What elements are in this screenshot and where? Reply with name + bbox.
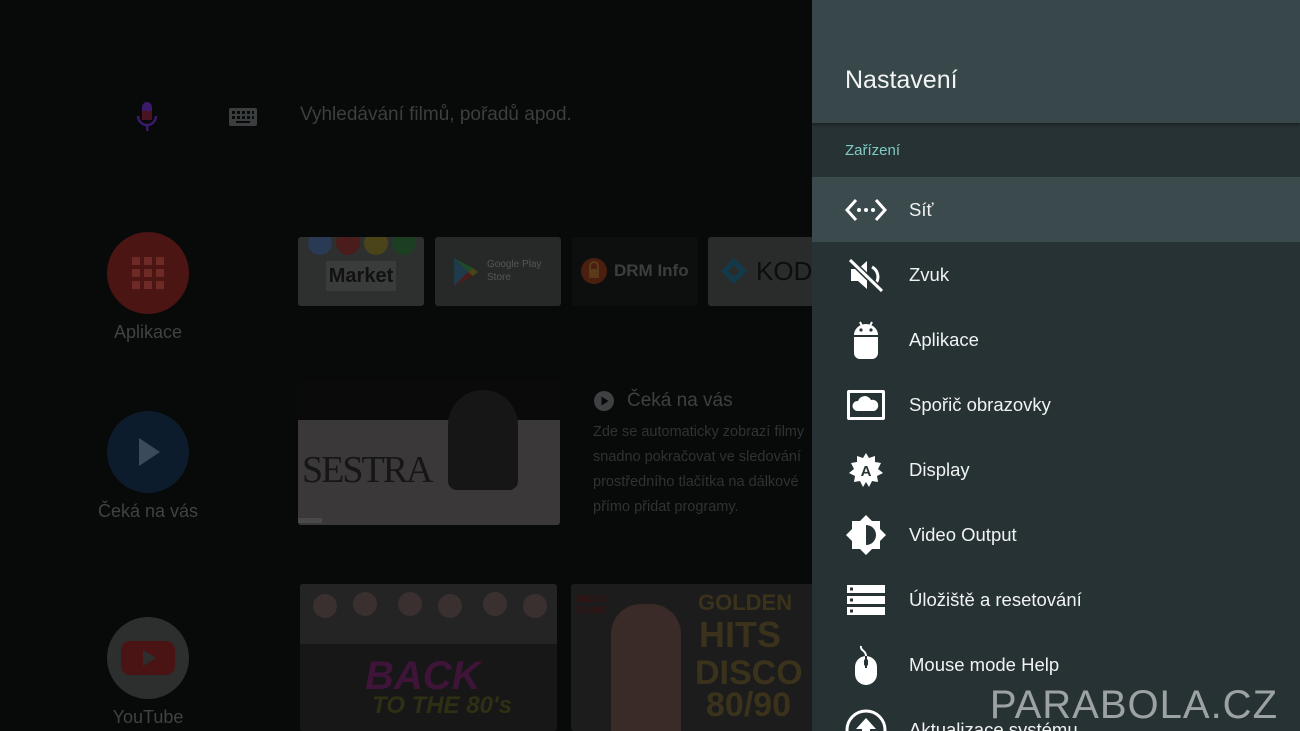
youtube-card-line2: HITS [699, 614, 782, 655]
youtube-card-line1: GOLDEN [698, 590, 793, 615]
apps-grid-icon [107, 232, 189, 314]
app-tile-kodi[interactable]: KODI [708, 237, 812, 306]
settings-item-label: Síť [909, 198, 934, 220]
settings-item-label: Spořič obrazovky [909, 393, 1051, 415]
youtube-card-badge: DISCO MUSIC [577, 594, 606, 615]
watch-next-desc-line: Zde se automaticky zobrazí filmy [593, 424, 805, 440]
rail-item-apps[interactable]: Aplikace [88, 232, 208, 343]
keyboard-icon[interactable] [228, 106, 258, 133]
watch-next-desc-line: přímo přidat programy. [593, 499, 739, 515]
search-bar[interactable]: Vyhledávání filmů, pořadů apod. [0, 96, 812, 136]
section-header-device: Zařízení [845, 142, 901, 159]
rail-label-watch-next: Čeká na vás [97, 501, 199, 521]
settings-item-label: Zvuk [909, 263, 950, 285]
watch-next-desc-line: prostředního tlačítka na dálkové [593, 474, 799, 490]
watermark: PARABOLA.CZ [989, 683, 1278, 727]
settings-item-network[interactable]: Síť [812, 177, 1300, 242]
app-tile-google-play[interactable]: Google Play Store [435, 237, 561, 306]
rail-item-watch-next[interactable]: Čeká na vás [88, 411, 208, 522]
watch-next-card[interactable]: SESTRA [298, 380, 560, 525]
watch-next-title: Čeká na vás [627, 390, 733, 411]
settings-header: Nastavení [812, 0, 1300, 123]
settings-menu: Síť Zvuk Aplikace Spořič obrazovky A Dis… [812, 177, 1300, 731]
app-tile-market[interactable]: Market [298, 237, 424, 306]
settings-item-display[interactable]: A Display [812, 437, 1300, 502]
mouse-icon [843, 642, 889, 688]
settings-item-storage[interactable]: Úložiště a resetování [812, 567, 1300, 632]
sound-off-icon [843, 252, 889, 298]
rail-item-youtube[interactable]: YouTube [88, 617, 208, 728]
watch-next-play-icon [594, 391, 614, 411]
settings-panel: Nastavení Zařízení Síť Zvuk Aplikace Spo… [812, 0, 1300, 731]
kodi-icon [721, 258, 747, 284]
youtube-video-card[interactable]: BACK TO THE 80's [300, 584, 557, 731]
settings-item-label: Display [909, 458, 970, 480]
settings-title: Nastavení [845, 66, 958, 94]
watch-next-description: Zde se automaticky zobrazí filmy snadno … [593, 420, 812, 520]
android-icon [843, 317, 889, 363]
settings-item-apps[interactable]: Aplikace [812, 307, 1300, 372]
app-name-market: Market [328, 265, 394, 287]
svg-text:A: A [861, 463, 872, 480]
display-icon: A [843, 447, 889, 493]
screensaver-icon [843, 382, 889, 428]
app-tile-drm-info[interactable]: DRM Info [572, 237, 698, 306]
network-icon [843, 187, 889, 233]
brightness-icon [843, 512, 889, 558]
youtube-icon [107, 617, 189, 699]
app-name-drm-info: DRM Info [614, 261, 689, 280]
storage-icon [843, 577, 889, 623]
play-icon [107, 411, 189, 493]
youtube-card-line4: 80/90 [706, 686, 792, 724]
watch-next-desc-line: snadno pokračovat ve sledování [593, 449, 801, 465]
settings-item-label: Aplikace [909, 328, 979, 350]
microphone-icon[interactable] [134, 100, 160, 139]
search-input[interactable]: Vyhledávání filmů, pořadů apod. [300, 104, 572, 126]
system-update-icon [843, 707, 889, 731]
app-sub-google-play: Store [487, 272, 511, 283]
app-name-google-play: Google Play [487, 259, 542, 270]
launcher-background: Vyhledávání filmů, pořadů apod. Aplikace… [0, 0, 812, 731]
settings-item-screensaver[interactable]: Spořič obrazovky [812, 372, 1300, 437]
watch-next-info: Čeká na vás Zde se automaticky zobrazí f… [593, 390, 812, 520]
google-play-icon [454, 258, 478, 286]
settings-item-label: Video Output [909, 523, 1017, 545]
rail-label-apps: Aplikace [113, 322, 183, 342]
youtube-video-card[interactable]: DISCO MUSIC GOLDEN HITS DISCO 80/90 [571, 584, 812, 731]
settings-item-label: Mouse mode Help [909, 653, 1060, 675]
watch-next-card-title: SESTRA [302, 449, 433, 491]
rail-label-youtube: YouTube [112, 707, 184, 727]
youtube-card-line2: TO THE 80's [372, 692, 512, 719]
lock-icon [581, 258, 607, 284]
settings-item-video-output[interactable]: Video Output [812, 502, 1300, 567]
settings-item-label: Úložiště a resetování [909, 588, 1082, 610]
settings-item-sound[interactable]: Zvuk [812, 242, 1300, 307]
app-name-kodi: KODI [756, 256, 812, 286]
